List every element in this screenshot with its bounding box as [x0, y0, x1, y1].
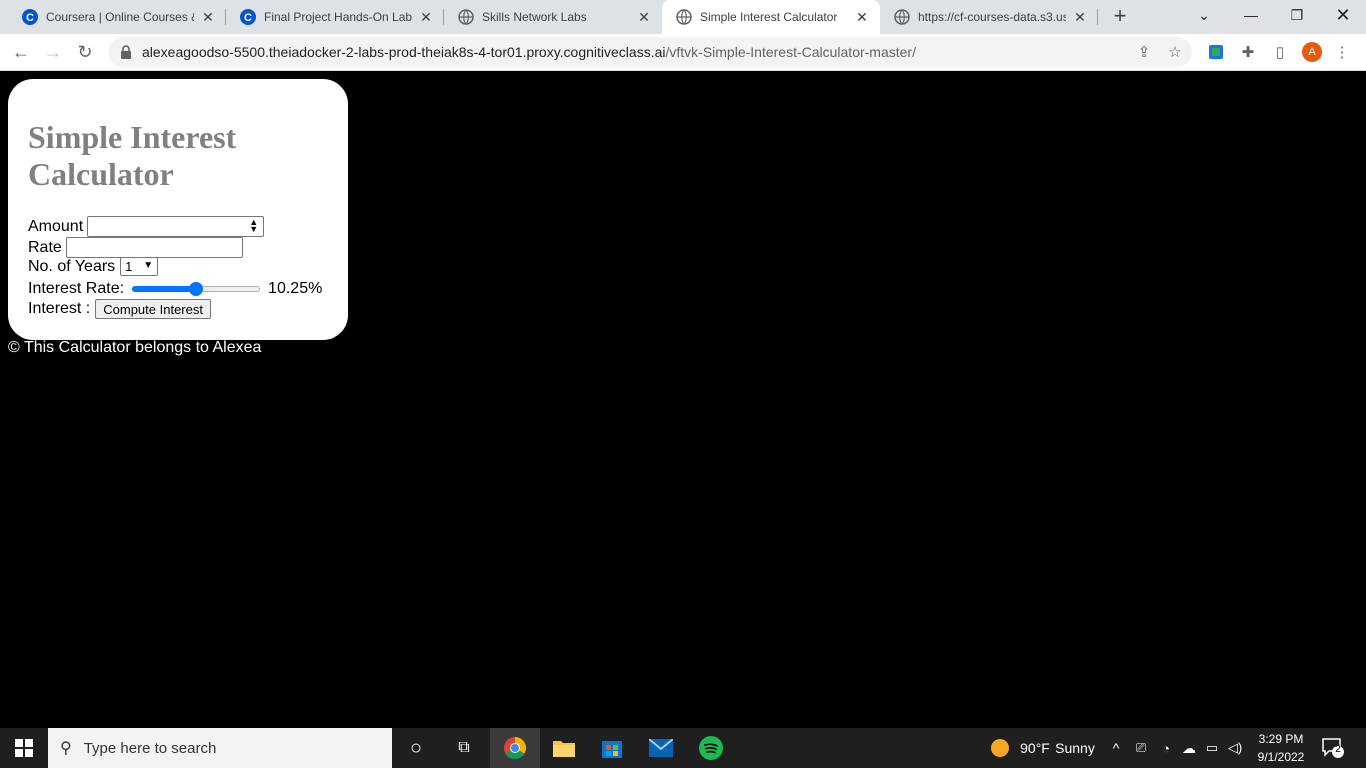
amount-input[interactable]: ▲ ▼	[87, 216, 265, 237]
svg-text:C: C	[26, 12, 34, 24]
tab-separator	[1097, 9, 1098, 25]
notification-center-icon[interactable]: 2	[1322, 738, 1344, 758]
chevron-up-icon[interactable]: ^	[1106, 728, 1126, 768]
close-icon[interactable]: ✕	[1072, 9, 1088, 25]
mail-icon[interactable]	[636, 728, 686, 768]
menu-kebab-icon[interactable]: ⋮	[1332, 42, 1352, 62]
system-clock[interactable]: 3:29 PM 9/1/2022	[1248, 730, 1314, 766]
share-icon[interactable]: ⇪	[1135, 43, 1153, 61]
coursera-icon: C	[22, 9, 38, 25]
volume-icon[interactable]: ◁)	[1225, 728, 1245, 768]
browser-toolbar: ← → ↻ alexeagoodso-5500.theiadocker-2-la…	[0, 34, 1366, 71]
years-row: No. of Years 1 ▼	[28, 257, 159, 276]
restore-button[interactable]: ❐	[1274, 0, 1320, 30]
url-path: /vftvk-Simple-Interest-Calculator-master…	[665, 44, 916, 60]
tab-cf-courses[interactable]: https://cf-courses-data.s3.us. ✕	[880, 0, 1098, 34]
close-window-button[interactable]: ✕	[1320, 0, 1366, 30]
url-host: alexeagoodso-5500.theiadocker-2-labs-pro…	[142, 44, 666, 60]
years-select[interactable]: 1 ▼	[120, 257, 159, 276]
interest-row: Interest : Compute Interest	[28, 299, 211, 319]
lock-icon	[121, 45, 131, 59]
clock-time: 3:29 PM	[1258, 732, 1304, 746]
footer-copyright: © This Calculator belongs to Alexea	[8, 339, 262, 356]
url-text: alexeagoodso-5500.theiadocker-2-labs-pro…	[142, 44, 916, 60]
windows-start-icon[interactable]	[0, 728, 48, 768]
globe-icon	[894, 9, 910, 25]
close-icon[interactable]: ✕	[636, 9, 652, 25]
search-icon: ⚲	[60, 740, 72, 757]
puzzle-extensions-icon[interactable]: ✚	[1238, 42, 1258, 62]
close-icon[interactable]: ✕	[854, 9, 870, 25]
weather-temperature[interactable]: 90°F	[1018, 728, 1052, 768]
weather-sun-icon	[988, 728, 1012, 768]
interest-rate-row: Interest Rate: 10.25%	[28, 280, 322, 298]
spinner-icon[interactable]: ▲ ▼	[249, 218, 258, 234]
rate-label: Rate	[28, 238, 62, 256]
globe-icon	[458, 9, 474, 25]
tab-title: Final Project Hands-On Lab |	[264, 10, 412, 24]
rate-input[interactable]	[65, 237, 243, 258]
battery-icon[interactable]: ▭	[1202, 728, 1222, 768]
amount-label: Amount	[28, 217, 84, 235]
globe-icon	[676, 9, 692, 25]
task-view-icon[interactable]: ⧉	[440, 728, 488, 768]
years-selected-value: 1	[125, 259, 133, 274]
interest-rate-label: Interest Rate:	[28, 280, 125, 297]
tab-title: Skills Network Labs	[482, 10, 587, 24]
profile-avatar[interactable]: A	[1302, 42, 1322, 62]
tab-title: Simple Interest Calculator	[700, 10, 838, 24]
tab-strip: C Coursera | Online Courses & ✕ C Final …	[0, 0, 1366, 34]
coursera-icon: C	[240, 9, 256, 25]
tab-title: https://cf-courses-data.s3.us.	[918, 10, 1066, 24]
meet-now-icon[interactable]: ⎚	[1131, 728, 1151, 768]
tab-title: Coursera | Online Courses &	[46, 10, 194, 24]
bookmark-star-icon[interactable]: ☆	[1166, 43, 1184, 61]
clock-date: 9/1/2022	[1257, 750, 1305, 764]
address-bar[interactable]: alexeagoodso-5500.theiadocker-2-labs-pro…	[108, 37, 1192, 67]
chevron-down-icon: ▼	[143, 260, 154, 271]
windows-taskbar: ⚲ Type here to search ○ ⧉ 90°F Sunny ^ ⎚…	[0, 728, 1366, 768]
interest-rate-value: 10.25%	[268, 280, 323, 297]
compute-interest-button[interactable]: Compute Interest	[95, 299, 211, 319]
svg-text:C: C	[244, 12, 252, 24]
tab-search-chevron-icon[interactable]: ⌄	[1181, 0, 1227, 30]
cortana-icon[interactable]: ○	[392, 728, 440, 768]
notification-count: 2	[1335, 744, 1341, 755]
tab-coursera[interactable]: C Coursera | Online Courses & ✕	[8, 0, 226, 34]
interest-rate-slider[interactable]	[132, 281, 261, 297]
search-placeholder: Type here to search	[83, 739, 217, 757]
forward-button[interactable]: →	[40, 39, 66, 65]
rate-row: Rate	[28, 237, 243, 258]
slider-thumb[interactable]	[189, 282, 204, 296]
years-label: No. of Years	[28, 257, 116, 275]
interest-label: Interest :	[28, 300, 91, 317]
amount-row: Amount ▲ ▼	[28, 216, 265, 237]
new-tab-button[interactable]: +	[1108, 5, 1132, 29]
minimize-button[interactable]: —	[1228, 0, 1274, 30]
weather-description[interactable]: Sunny	[1054, 728, 1096, 768]
chrome-taskbar-icon[interactable]	[490, 728, 540, 768]
side-panel-icon[interactable]: ▯	[1270, 42, 1290, 62]
back-button[interactable]: ←	[8, 39, 34, 65]
close-icon[interactable]: ✕	[418, 9, 434, 25]
taskbar-search-box[interactable]: ⚲ Type here to search	[48, 728, 392, 768]
close-icon[interactable]: ✕	[200, 9, 216, 25]
calculator-card: Simple Interest Calculator Amount ▲ ▼ Rat…	[8, 79, 348, 340]
file-explorer-icon[interactable]	[540, 728, 588, 768]
extension-icon[interactable]	[1206, 42, 1226, 62]
tab-simple-interest[interactable]: Simple Interest Calculator ✕	[662, 0, 880, 34]
reload-button[interactable]: ↻	[72, 39, 98, 65]
onedrive-cloud-icon[interactable]: ☁	[1179, 728, 1199, 768]
page-title: Simple Interest Calculator	[28, 119, 237, 192]
tab-skills-network[interactable]: Skills Network Labs ✕	[444, 0, 662, 34]
slider-fill	[132, 286, 197, 292]
microsoft-store-icon[interactable]	[588, 728, 636, 768]
wifi-icon[interactable]: ◔	[1156, 728, 1176, 768]
spotify-icon[interactable]	[686, 728, 736, 768]
tab-final-project[interactable]: C Final Project Hands-On Lab | ✕	[226, 0, 444, 34]
